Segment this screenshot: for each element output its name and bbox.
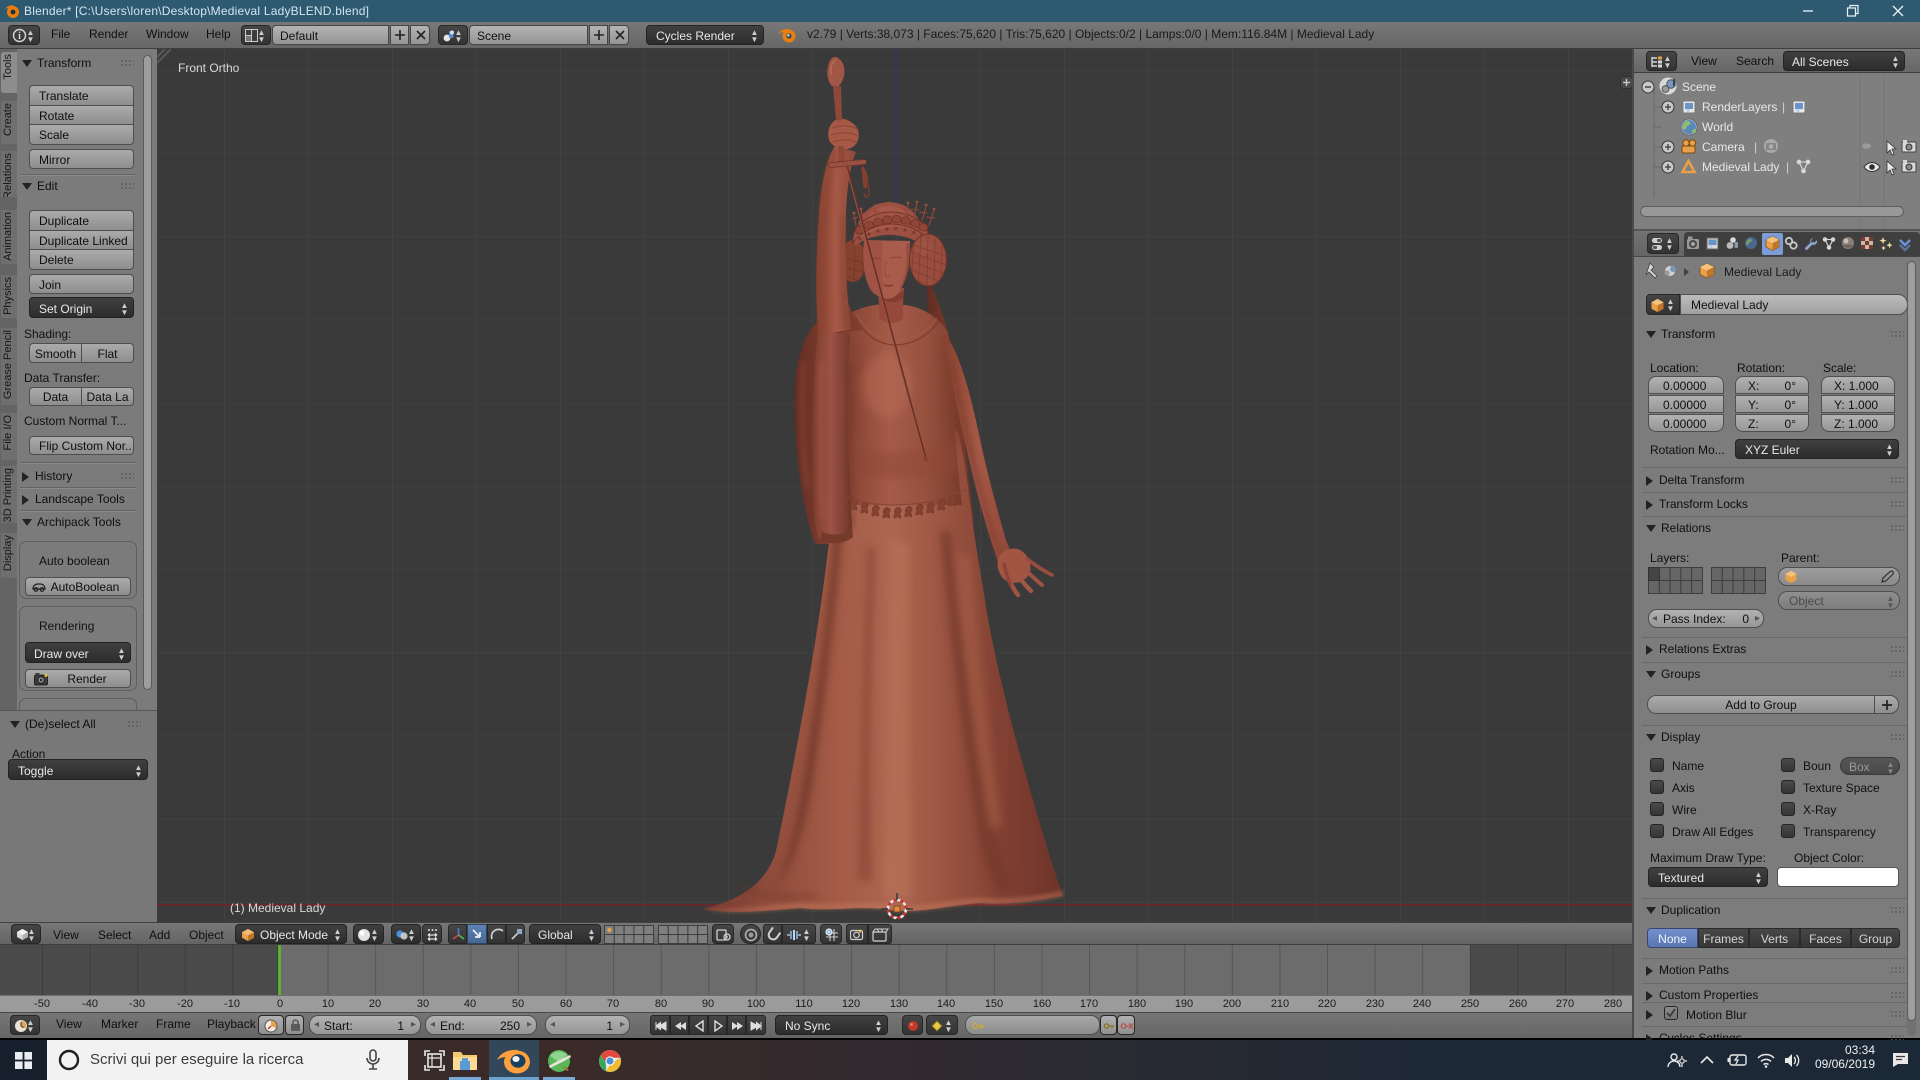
svg-text:World: World bbox=[1702, 120, 1733, 134]
svg-text:i: i bbox=[18, 31, 21, 42]
svg-text:|: | bbox=[1754, 140, 1757, 154]
svg-text:|: | bbox=[1782, 100, 1785, 114]
svg-text:Medieval Lady: Medieval Lady bbox=[1724, 265, 1801, 279]
svg-text:RenderLayers: RenderLayers bbox=[1702, 100, 1777, 114]
svg-text:Scene: Scene bbox=[1682, 80, 1716, 94]
svg-text:Camera: Camera bbox=[1702, 140, 1745, 154]
svg-text:|: | bbox=[1786, 160, 1789, 174]
svg-text:Medieval Lady: Medieval Lady bbox=[1702, 160, 1779, 174]
